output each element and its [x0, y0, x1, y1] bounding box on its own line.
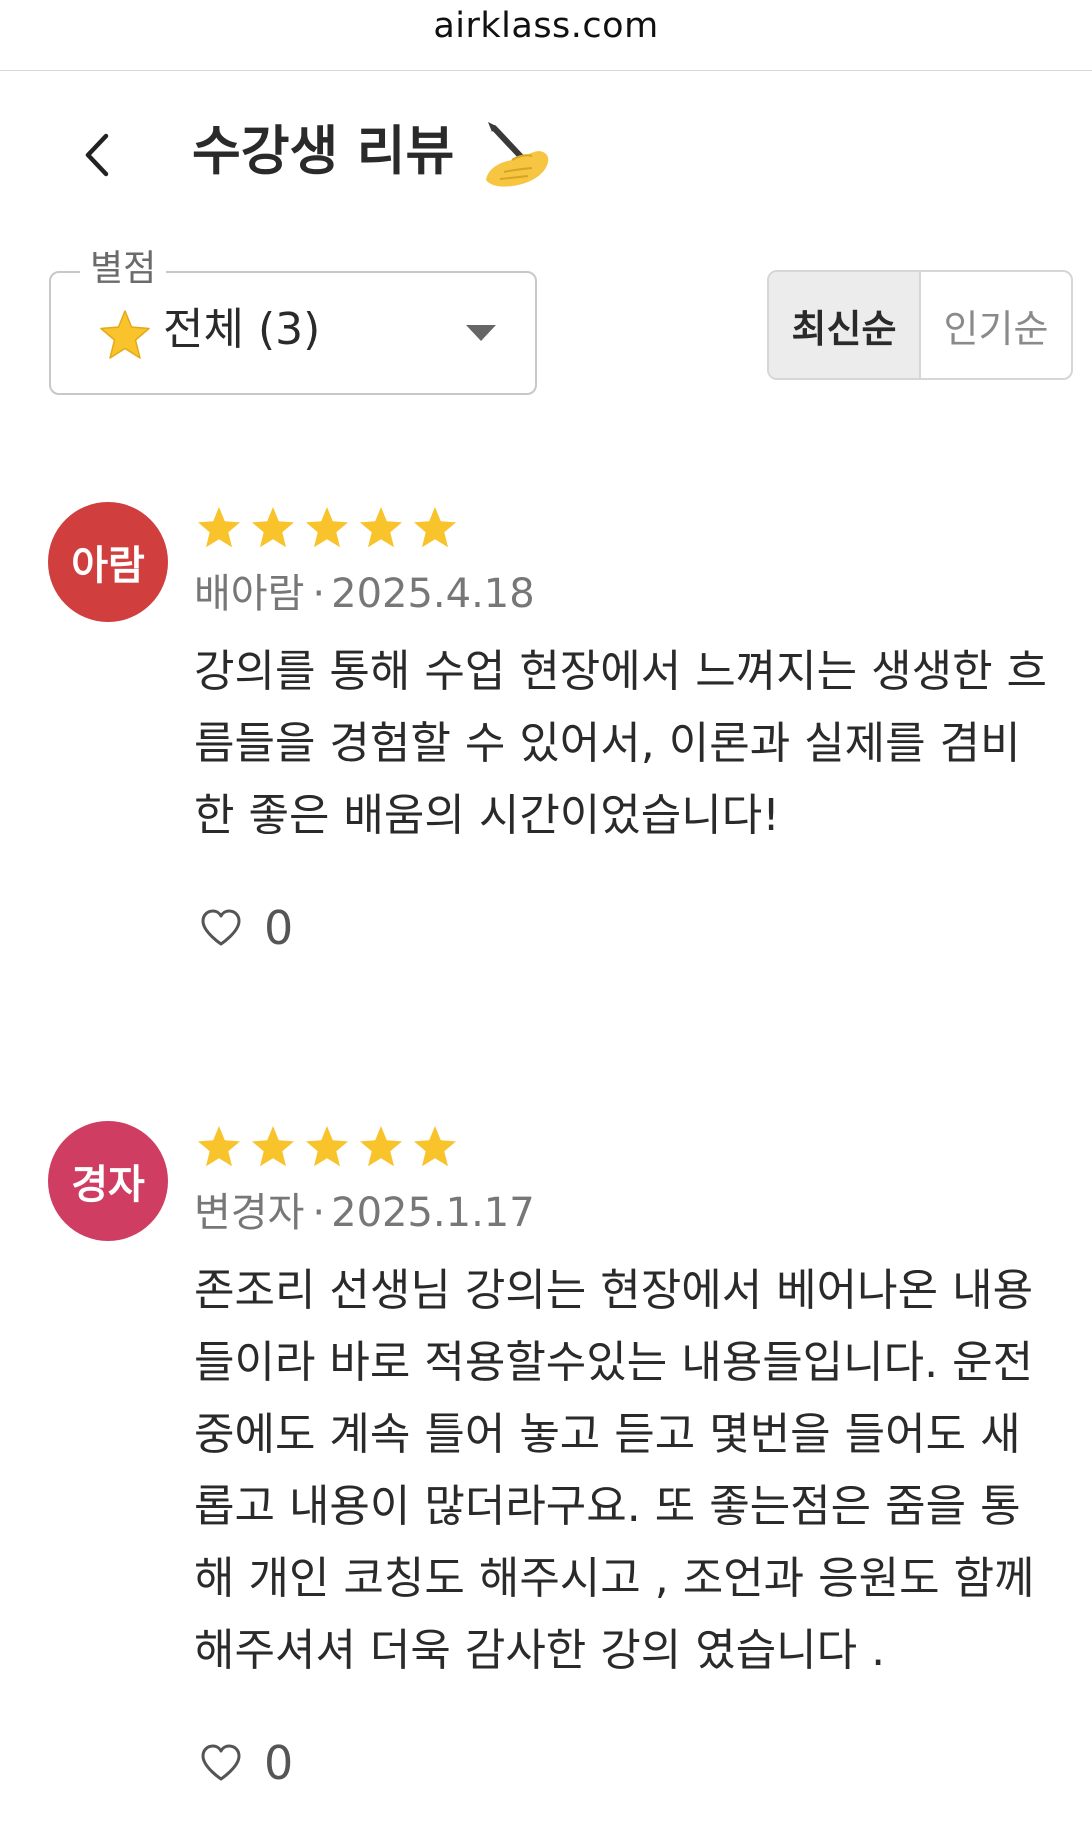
review-body: 존조리 선생님 강의는 현장에서 베어나온 내용 들이라 바로 적용할수있는 내…: [194, 1265, 1035, 1676]
star-icon: [414, 507, 456, 548]
review-author: 변경자: [194, 1190, 305, 1236]
page-title: 수강생 리뷰: [192, 121, 455, 182]
like-button[interactable]: 0: [200, 900, 293, 956]
review-item: 아람 배아람 · 2025.4.18 강의를 통해 수업 현장에서 느껴지는 생생한…: [0, 502, 1092, 972]
star-icon: [198, 1126, 240, 1167]
heart-icon: [201, 1744, 241, 1781]
sort-toggle: 최신순 인기순: [767, 270, 1073, 380]
like-button[interactable]: 0: [200, 1735, 293, 1791]
rating-filter-select[interactable]: 별점 전체 (3): [49, 247, 537, 395]
review-date: 2025.4.18: [331, 571, 535, 617]
star-icon: [198, 507, 240, 548]
star-icon: [252, 1126, 294, 1167]
star-icon: [360, 1126, 402, 1167]
star-icon: [360, 507, 402, 548]
review-date: 2025.1.17: [331, 1190, 535, 1236]
star-icon: [306, 1126, 348, 1167]
caret-down-icon: [466, 325, 496, 341]
meta-separator: ·: [312, 571, 326, 617]
like-count: 0: [264, 1736, 294, 1790]
review-meta: 변경자 · 2025.1.17: [194, 1185, 535, 1241]
like-count: 0: [264, 901, 294, 955]
review-meta: 배아람 · 2025.4.18: [194, 566, 535, 622]
review-item: 경자 변경자 · 2025.1.17 존조리 선생님 강의는 현장에서 베어나온 내…: [0, 1121, 1092, 1811]
star-icon: [306, 507, 348, 548]
back-button[interactable]: [70, 120, 124, 190]
filter-value: 전체 (3): [163, 304, 321, 355]
sort-option-latest[interactable]: 최신순: [769, 272, 921, 378]
star-rating: [196, 1124, 466, 1170]
review-author: 배아람: [194, 571, 305, 617]
star-rating: [196, 505, 466, 551]
url-text: airklass.com: [433, 6, 659, 46]
chevron-left-icon: [85, 133, 109, 177]
heart-icon: [201, 909, 241, 946]
star-icon: [100, 310, 150, 359]
meta-separator: ·: [312, 1190, 326, 1236]
browser-url-bar[interactable]: airklass.com: [0, 0, 1092, 71]
avatar: 아람: [48, 502, 168, 622]
review-body: 강의를 통해 수업 현장에서 느껴지는 생생한 흐 름들을 경험할 수 있어서,…: [194, 646, 1048, 841]
avatar: 경자: [48, 1121, 168, 1241]
sort-option-popular[interactable]: 인기순: [921, 272, 1071, 378]
filter-legend: 별점: [80, 247, 167, 291]
star-icon: [414, 1126, 456, 1167]
writing-hand-icon: [486, 122, 549, 187]
star-icon: [252, 507, 294, 548]
